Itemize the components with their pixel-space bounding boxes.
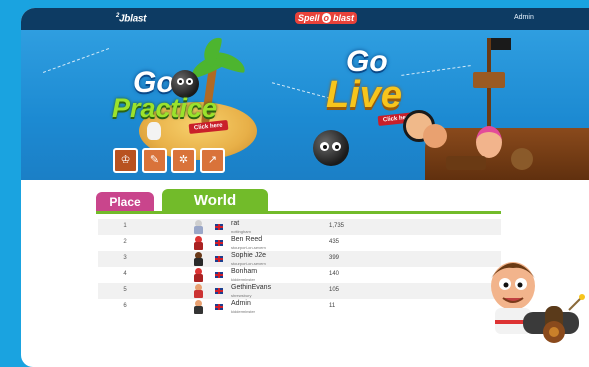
player-name: Sophie J2e [231, 252, 267, 259]
pirate-cannon-mascot [491, 262, 585, 343]
rank-cell: 5 [123, 287, 127, 293]
pirate-avatar-icon [193, 284, 203, 298]
table-row[interactable]: 2 Ben Reed stourport-on-severn 435 [98, 235, 501, 251]
rank-cell: 1 [123, 223, 127, 229]
spellblast-logo[interactable]: Spell o blast [295, 12, 358, 24]
crows-nest [473, 72, 505, 88]
leaderboard-table: 1 rat nottingham 1,735 2 Ben Reed stourp… [98, 219, 501, 315]
player-score: 1,735 [329, 223, 345, 229]
pirate-ship-image [425, 128, 589, 180]
player-town: nottingham [231, 229, 251, 234]
player-name: Admin [231, 300, 251, 307]
pirate-mascot [511, 148, 533, 170]
table-row[interactable]: 6 Admin kidderminster 11 [98, 299, 501, 315]
user-menu[interactable]: Admin [514, 14, 534, 21]
ship-wheel [446, 156, 486, 170]
practice-title: Practice [112, 93, 218, 123]
bomb-mascot [313, 130, 349, 166]
red-pirate-avatar-icon [193, 268, 203, 282]
table-row[interactable]: 1 rat nottingham 1,735 [98, 219, 501, 235]
uk-flag-icon [215, 272, 223, 278]
red-pirate-avatar-icon [193, 236, 203, 250]
table-row[interactable]: 3 Sophie J2e stourport-on-severn 399 [98, 251, 501, 267]
tab-underline [96, 211, 501, 214]
ship-wheel-icon[interactable]: ✲ [171, 148, 196, 173]
player-score: 11 [329, 303, 336, 309]
uk-flag-icon [215, 256, 223, 262]
cannon-pirate-avatar-icon [193, 300, 203, 314]
player-name: Bonham [231, 268, 258, 275]
pirate-mascot [423, 124, 447, 148]
rat-mascot [147, 122, 161, 140]
dashed-path [42, 48, 110, 73]
table-row[interactable]: 4 Bonham kidderminster 140 [98, 267, 501, 283]
dashed-path [271, 82, 331, 99]
hero-banner: Go Practice Click here ♔ ✎ ✲ ↗ Go Live C… [21, 30, 589, 180]
top-bar: 2Jblast Spell o blast Admin [21, 8, 589, 30]
app-frame: 2Jblast Spell o blast Admin Go Practice Cl… [21, 8, 589, 367]
tab-world[interactable]: World [162, 189, 268, 211]
chart-icon[interactable]: ↗ [200, 148, 225, 173]
player-town: kidderminster [231, 309, 256, 314]
rank-cell: 2 [123, 239, 127, 245]
rank-cell: 6 [123, 303, 127, 309]
player-town: stourport-on-severn [231, 261, 266, 266]
table-row[interactable]: 5 GethinEvans shrewsbury 105 [98, 283, 501, 299]
rank-cell: 4 [123, 271, 127, 277]
player-name: Ben Reed [231, 236, 263, 243]
uk-flag-icon [215, 288, 223, 294]
live-title: Live [326, 74, 403, 116]
player-town: shrewsbury [231, 293, 252, 298]
uk-flag-icon [215, 240, 223, 246]
player-score: 140 [329, 271, 340, 277]
player-score: 105 [329, 287, 340, 293]
player-name: rat [231, 220, 240, 227]
dashed-path [401, 65, 471, 76]
player-score: 399 [329, 255, 340, 261]
rank-cell: 3 [123, 255, 127, 261]
quill-icon[interactable]: ✎ [142, 148, 167, 173]
player-score: 435 [329, 239, 340, 245]
crown-icon[interactable]: ♔ [113, 148, 138, 173]
uk-flag-icon [215, 304, 223, 310]
tab-place[interactable]: Place [96, 192, 154, 211]
j2blast-logo[interactable]: 2Jblast [116, 13, 146, 24]
leaderboard-tabs: Place World [96, 189, 516, 211]
player-name: GethinEvans [231, 284, 272, 291]
player-town: stourport-on-severn [231, 245, 266, 250]
dark-pirate-avatar-icon [193, 252, 203, 266]
uk-flag-icon [215, 224, 223, 230]
rat-avatar-icon [193, 220, 203, 234]
pirate-flag-icon [491, 38, 511, 50]
girl-pirate-mascot [476, 126, 502, 158]
player-town: kidderminster [231, 277, 256, 282]
